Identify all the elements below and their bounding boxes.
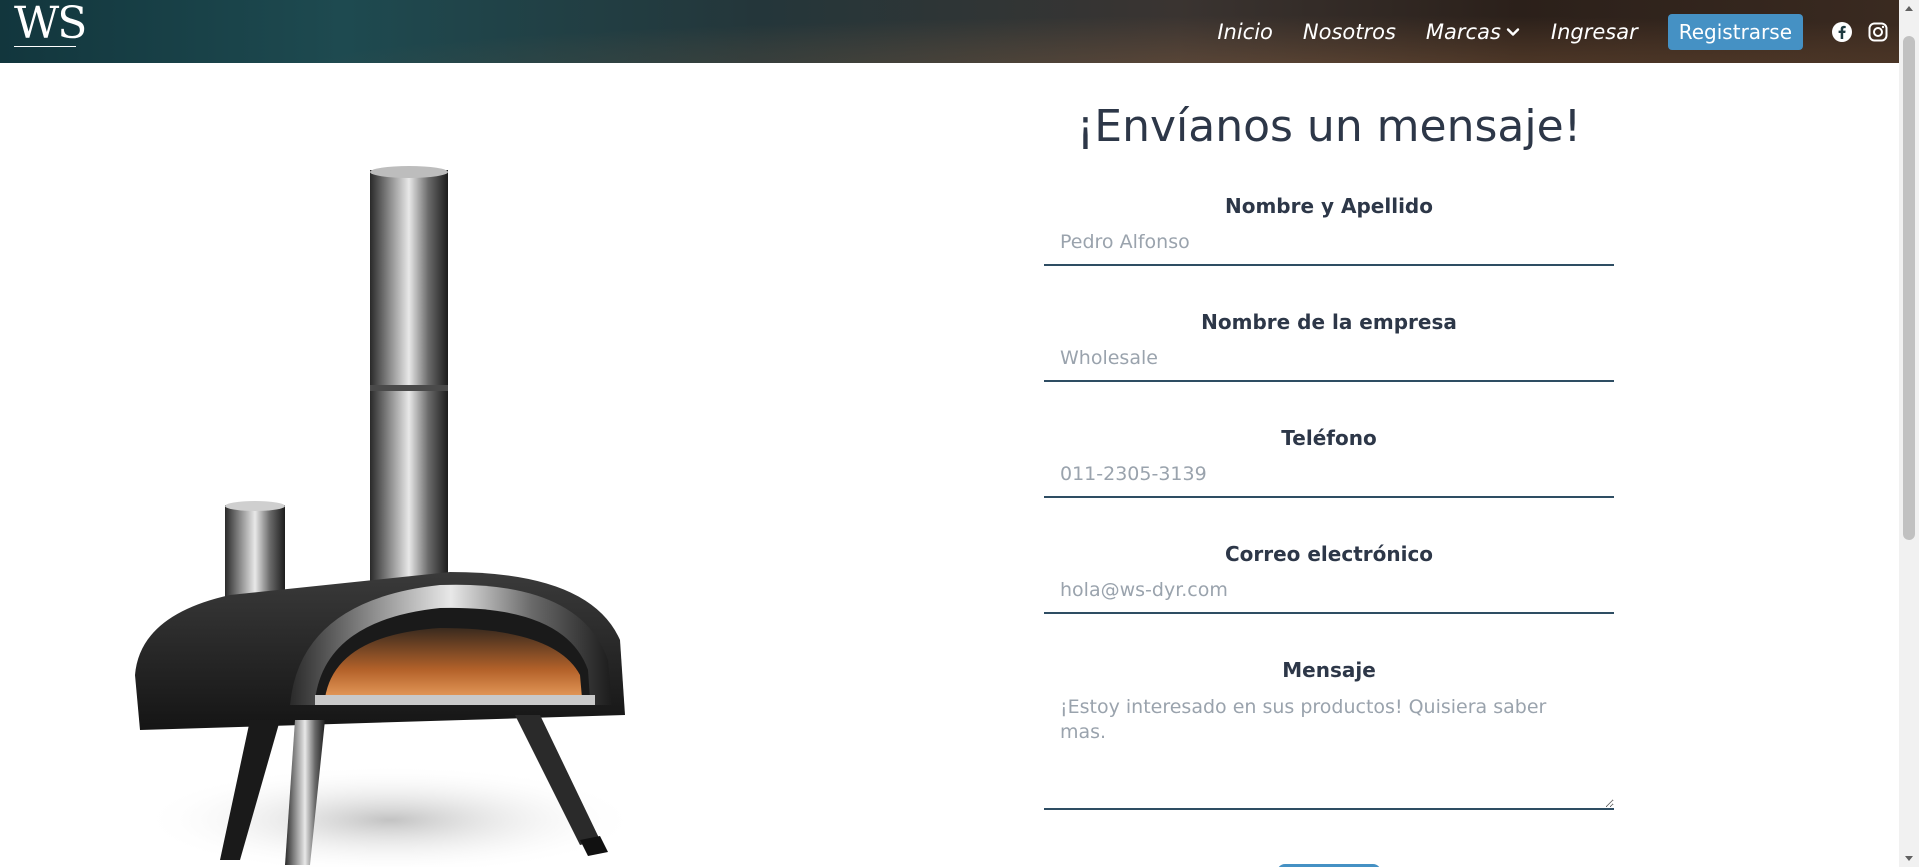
site-header: WS Inicio Nosotros Marcas Ingresar Regis… xyxy=(0,0,1899,63)
scroll-thumb[interactable] xyxy=(1903,36,1915,540)
nav-nosotros[interactable]: Nosotros xyxy=(1303,20,1396,44)
email-input[interactable] xyxy=(1044,567,1614,614)
field-nombre: Nombre y Apellido xyxy=(1044,193,1614,266)
logo[interactable]: WS xyxy=(14,2,87,46)
chevron-down-icon xyxy=(1506,27,1520,36)
nombre-input[interactable] xyxy=(1044,219,1614,266)
nav-inicio-label: Inicio xyxy=(1217,19,1273,44)
label-empresa: Nombre de la empresa xyxy=(1201,310,1457,334)
telefono-input[interactable] xyxy=(1044,451,1614,498)
field-mensaje: Mensaje xyxy=(1044,657,1614,810)
pizza-oven-image xyxy=(135,166,640,867)
logo-underline xyxy=(14,46,76,47)
label-mensaje: Mensaje xyxy=(1282,658,1376,682)
empresa-input[interactable] xyxy=(1044,335,1614,382)
form-title: ¡Envíanos un mensaje! xyxy=(1076,101,1582,152)
nav-inicio[interactable]: Inicio xyxy=(1217,20,1273,44)
field-empresa: Nombre de la empresa xyxy=(1044,309,1614,382)
field-correo: Correo electrónico xyxy=(1044,541,1614,614)
field-telefono: Teléfono xyxy=(1044,425,1614,498)
nav-nosotros-label: Nosotros xyxy=(1302,19,1396,44)
page-scrollbar[interactable] xyxy=(1899,0,1919,867)
register-button[interactable]: Registrarse xyxy=(1667,13,1803,50)
scroll-down-arrow-icon[interactable] xyxy=(1899,849,1919,867)
scroll-up-arrow-icon[interactable] xyxy=(1899,0,1919,18)
label-correo: Correo electrónico xyxy=(1224,542,1434,566)
nav-marcas-label: Marcas xyxy=(1425,19,1501,44)
facebook-icon[interactable] xyxy=(1831,21,1853,43)
label-telefono: Teléfono xyxy=(1281,426,1377,450)
contact-form: ¡Envíanos un mensaje! Nombre y Apellido … xyxy=(1044,63,1614,810)
nav-ingresar[interactable]: Ingresar xyxy=(1551,20,1638,44)
main-nav: Inicio Nosotros Marcas Ingresar Registra… xyxy=(1217,0,1899,63)
label-nombre: Nombre y Apellido xyxy=(1224,194,1433,218)
nav-ingresar-label: Ingresar xyxy=(1550,19,1638,44)
instagram-icon[interactable] xyxy=(1867,21,1889,43)
nav-marcas[interactable]: Marcas xyxy=(1426,20,1521,44)
mensaje-textarea[interactable] xyxy=(1044,683,1614,810)
